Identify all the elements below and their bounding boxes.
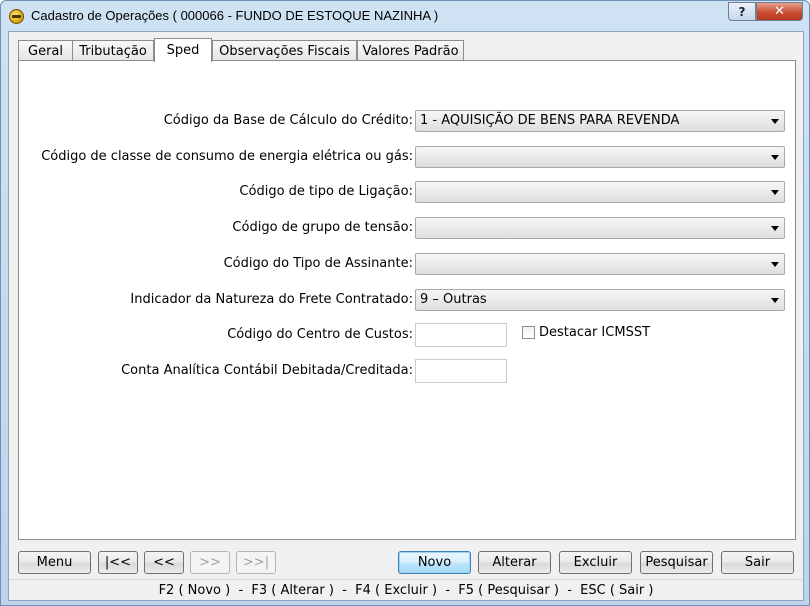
classe-consumo-select[interactable] (415, 146, 785, 168)
base-calculo-value: 1 - AQUISIÇÃO DE BENS PARA REVENDA (420, 113, 680, 128)
window-title: Cadastro de Operações ( 000066 - FUNDO D… (31, 8, 439, 23)
help-button[interactable]: ? (728, 2, 756, 21)
chevron-down-icon (771, 190, 779, 195)
tab-observacoes-fiscais[interactable]: Observações Fiscais (212, 40, 357, 61)
shortcut-status-bar: F2 ( Novo ) - F3 ( Alterar ) - F4 ( Excl… (9, 579, 803, 601)
chevron-down-icon (771, 119, 779, 124)
base-calculo-select[interactable]: 1 - AQUISIÇÃO DE BENS PARA REVENDA (415, 110, 785, 132)
tab-sped[interactable]: Sped (154, 38, 212, 62)
novo-button[interactable]: Novo (398, 551, 471, 574)
app-icon (9, 9, 24, 24)
next-record-button[interactable]: >> (190, 551, 230, 574)
previous-record-button[interactable]: << (144, 551, 184, 574)
conta-analitica-input[interactable] (415, 359, 507, 383)
first-record-button[interactable]: |<< (98, 551, 138, 574)
tipo-ligacao-select[interactable] (415, 181, 785, 203)
title-bar[interactable]: Cadastro de Operações ( 000066 - FUNDO D… (1, 1, 809, 31)
alterar-button[interactable]: Alterar (478, 551, 551, 574)
chevron-down-icon (771, 155, 779, 160)
conta-analitica-label: Conta Analítica Contábil Debitada/Credit… (121, 363, 413, 378)
centro-custos-label: Código do Centro de Custos: (227, 327, 413, 342)
tab-geral[interactable]: Geral (18, 40, 73, 61)
classe-consumo-label: Código de classe de consumo de energia e… (41, 149, 413, 164)
centro-custos-input[interactable] (415, 323, 507, 347)
menu-button[interactable]: Menu (18, 551, 91, 574)
natureza-frete-value: 9 – Outras (420, 292, 487, 307)
tipo-ligacao-label: Código de tipo de Ligação: (239, 184, 413, 199)
natureza-frete-label: Indicador da Natureza do Frete Contratad… (130, 292, 413, 307)
sair-button[interactable]: Sair (721, 551, 794, 574)
client-area: Geral Tributação Sped Observações Fiscai… (8, 31, 804, 601)
tipo-assinante-select[interactable] (415, 253, 785, 275)
close-button[interactable]: ✕ (756, 2, 803, 21)
sped-panel: Código da Base de Cálculo do Crédito: 1 … (18, 60, 796, 540)
grupo-tensao-label: Código de grupo de tensão: (232, 220, 413, 235)
tab-valores-padrao[interactable]: Valores Padrão (357, 40, 464, 61)
chevron-down-icon (771, 262, 779, 267)
base-calculo-label: Código da Base de Cálculo do Crédito: (163, 113, 413, 128)
tab-tributacao[interactable]: Tributação (72, 40, 154, 61)
chevron-down-icon (771, 298, 779, 303)
excluir-button[interactable]: Excluir (559, 551, 632, 574)
natureza-frete-select[interactable]: 9 – Outras (415, 289, 785, 311)
chevron-down-icon (771, 226, 779, 231)
destacar-icmsst-option[interactable]: Destacar ICMSST (522, 325, 650, 340)
window: Cadastro de Operações ( 000066 - FUNDO D… (0, 0, 810, 606)
last-record-button[interactable]: >>| (236, 551, 276, 574)
destacar-icmsst-checkbox[interactable] (522, 326, 535, 339)
destacar-icmsst-label: Destacar ICMSST (539, 325, 651, 340)
grupo-tensao-select[interactable] (415, 217, 785, 239)
tipo-assinante-label: Código do Tipo de Assinante: (223, 256, 413, 271)
pesquisar-button[interactable]: Pesquisar (640, 551, 713, 574)
